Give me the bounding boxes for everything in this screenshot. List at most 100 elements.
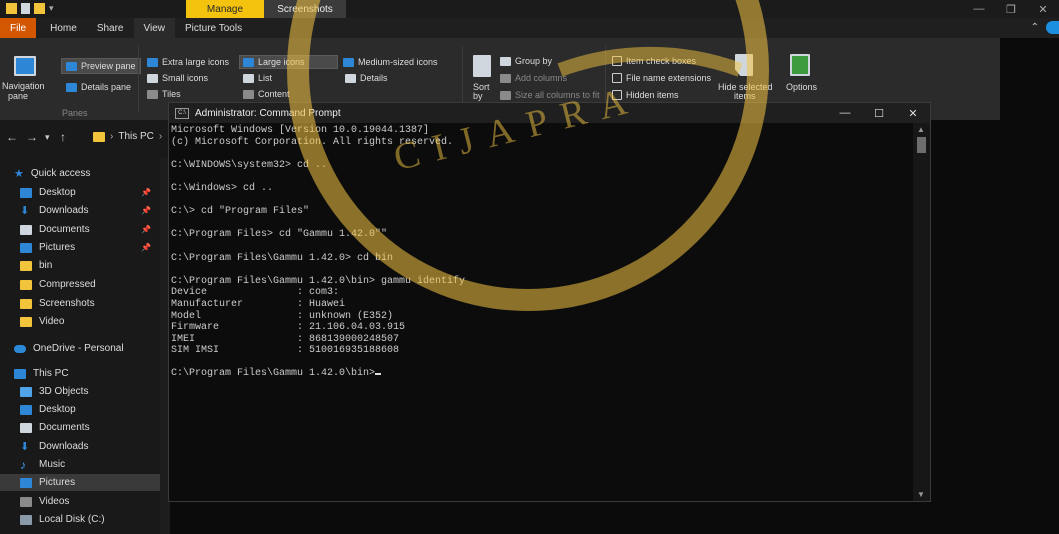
breadcrumb-chevron-icon: ›	[110, 131, 114, 142]
back-arrow-icon[interactable]: ←	[6, 130, 18, 144]
sort-by-icon[interactable]	[473, 55, 491, 77]
nav-pinned-documents[interactable]: Documents 📌	[20, 221, 155, 238]
terminal-line: C:\Program Files> cd "Gammu 1.42.0""	[171, 229, 388, 241]
pin-icon[interactable]: 📌	[141, 188, 151, 197]
navigation-pane-label[interactable]: Navigation	[2, 81, 45, 91]
this-pc-icon	[93, 131, 105, 142]
nav-pinned-pictures[interactable]: Pictures 📌	[20, 239, 155, 256]
tiles-button[interactable]: Tiles	[147, 89, 181, 99]
tiles-icon	[147, 89, 158, 99]
cmd-close-button[interactable]: ✕	[896, 103, 930, 123]
terminal-line: Manufacturer : Huawei	[171, 298, 346, 310]
tab-share[interactable]: Share	[87, 18, 134, 38]
scroll-thumb[interactable]	[917, 137, 926, 153]
forward-arrow-icon[interactable]: →	[26, 130, 38, 144]
address-bar: ← → ▾ ↑ › This PC ›	[0, 120, 175, 158]
nav-pc-downloads[interactable]: ⬇ Downloads	[20, 438, 155, 455]
navigation-pane-icon[interactable]	[14, 56, 36, 76]
nav-onedrive[interactable]: OneDrive - Personal	[14, 340, 149, 357]
minimize-button[interactable]: —	[963, 0, 995, 18]
options-label[interactable]: Options	[786, 82, 817, 92]
content-button[interactable]: Content	[243, 89, 290, 99]
collapse-ribbon-icon[interactable]: ⌃	[1031, 22, 1039, 33]
scroll-down-icon[interactable]: ▼	[917, 490, 925, 499]
nav-folder-compressed[interactable]: Compressed	[20, 276, 155, 293]
computer-icon	[14, 368, 26, 379]
tab-home[interactable]: Home	[40, 18, 87, 38]
tab-file[interactable]: File	[0, 18, 37, 38]
close-button[interactable]: ✕	[1027, 0, 1059, 18]
group-by-button[interactable]: Group by	[500, 56, 552, 66]
group-by-label: Group by	[515, 56, 553, 66]
large-icons-button[interactable]: Large icons	[239, 55, 338, 69]
item-check-boxes-label: Item check boxes	[626, 56, 697, 66]
nav-folder-bin[interactable]: bin	[20, 257, 155, 274]
breadcrumb-this-pc[interactable]: This PC	[118, 131, 154, 142]
details-pane-button[interactable]: Details pane	[66, 82, 131, 92]
size-columns-button[interactable]: Size all columns to fit	[500, 90, 600, 100]
list-button[interactable]: List	[243, 73, 272, 83]
nav-folder-video[interactable]: Video	[20, 313, 155, 330]
cmd-minimize-button[interactable]: —	[828, 103, 862, 123]
nav-pc-videos[interactable]: Videos	[20, 493, 155, 510]
qat-dropdown-icon[interactable]: ▾	[49, 3, 57, 14]
nav-pc-music[interactable]: ♪ Music	[20, 456, 155, 473]
terminal-output[interactable]: Microsoft Windows [Version 10.0.19044.13…	[171, 125, 911, 501]
recent-locations-icon[interactable]: ▾	[45, 132, 50, 143]
item-check-boxes-toggle[interactable]: Item check boxes	[612, 56, 696, 66]
pin-icon[interactable]: 📌	[141, 243, 151, 252]
nav-pinned-desktop[interactable]: Desktop 📌	[20, 184, 155, 201]
scroll-up-icon[interactable]: ▲	[917, 125, 925, 134]
small-icons-button[interactable]: Small icons	[147, 73, 208, 83]
hidden-items-toggle[interactable]: Hidden items	[612, 90, 679, 100]
breadcrumb[interactable]: › This PC ›	[93, 131, 162, 142]
maximize-button[interactable]: ❐	[995, 0, 1027, 18]
folder-icon	[20, 260, 32, 271]
cmd-scrollbar[interactable]: ▲ ▼	[913, 123, 930, 501]
nav-pc-documents[interactable]: Documents	[20, 419, 155, 436]
ribbon-separator	[138, 46, 139, 112]
medium-icons-icon	[343, 57, 354, 67]
add-columns-button[interactable]: Add columns	[500, 73, 567, 83]
medium-icons-button[interactable]: Medium-sized icons	[343, 57, 438, 67]
nav-quick-access[interactable]: ★ Quick access	[14, 165, 149, 182]
new-folder-icon[interactable]	[34, 3, 45, 14]
nav-this-pc[interactable]: This PC	[14, 365, 149, 382]
nav-folder-screenshots[interactable]: Screenshots	[20, 295, 155, 312]
pin-icon[interactable]: 📌	[141, 206, 151, 215]
cmd-maximize-button[interactable]: ☐	[862, 103, 896, 123]
options-icon[interactable]	[790, 54, 810, 76]
up-arrow-icon[interactable]: ↑	[60, 130, 66, 144]
nav-label: Desktop	[39, 404, 76, 415]
nav-pc-local-disk[interactable]: Local Disk (C:)	[20, 511, 155, 528]
cmd-titlebar[interactable]: C:\ Administrator: Command Prompt — ☐ ✕	[169, 103, 930, 123]
hide-selected-icon[interactable]	[735, 54, 753, 76]
desktop-icon	[20, 187, 32, 198]
nav-pc-3d-objects[interactable]: 3D Objects	[20, 383, 155, 400]
nav-pc-pictures[interactable]: Pictures	[0, 474, 160, 491]
help-icon[interactable]	[1046, 21, 1059, 34]
nav-label: Local Disk (C:)	[39, 514, 105, 525]
details-view-button[interactable]: Details	[345, 73, 388, 83]
file-extensions-toggle[interactable]: File name extensions	[612, 73, 711, 83]
extra-large-icons-button[interactable]: Extra large icons	[147, 57, 229, 67]
nav-label: OneDrive - Personal	[33, 343, 124, 354]
nav-label: Videos	[39, 496, 70, 507]
tab-view[interactable]: View	[133, 18, 175, 38]
properties-icon[interactable]	[21, 3, 30, 14]
medium-icons-label: Medium-sized icons	[358, 57, 438, 67]
pictures-icon	[20, 242, 32, 253]
terminal-line: C:\Program Files\Gammu 1.42.0\bin> gammu…	[171, 275, 466, 287]
tab-picture-tools[interactable]: Picture Tools	[175, 18, 252, 38]
context-tab-manage[interactable]: Manage	[186, 0, 264, 18]
nav-pinned-downloads[interactable]: ⬇ Downloads 📌	[20, 202, 155, 219]
extra-large-icons-label: Extra large icons	[162, 57, 230, 67]
nav-pc-desktop[interactable]: Desktop	[20, 401, 155, 418]
tiles-label: Tiles	[162, 89, 181, 99]
desktop-screen: ▾ Manage Screenshots — ❐ ✕ File Home Sha…	[0, 0, 1059, 534]
preview-pane-button[interactable]: Preview pane	[61, 58, 141, 74]
pin-icon[interactable]: 📌	[141, 225, 151, 234]
list-label: List	[258, 73, 273, 83]
